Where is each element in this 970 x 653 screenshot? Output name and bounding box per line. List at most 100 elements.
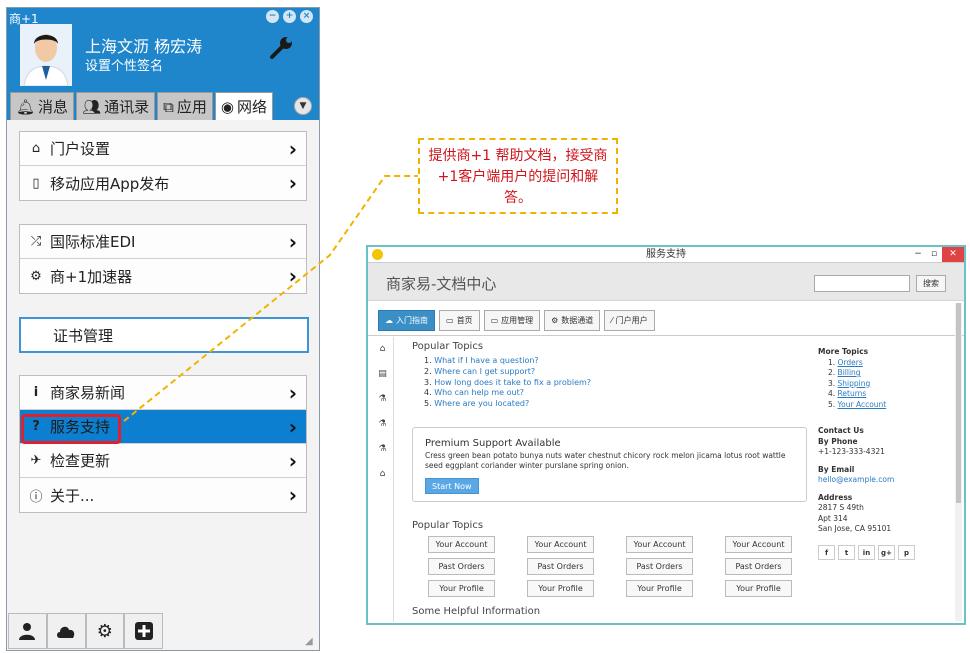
google-plus-icon[interactable]: g+ bbox=[878, 544, 895, 560]
bottom-toolbar: ⚙ bbox=[8, 613, 163, 649]
home-icon[interactable]: ⌂ bbox=[372, 462, 393, 487]
menu-item-news[interactable]: i 商家易新闻 › bbox=[20, 376, 306, 410]
close-icon[interactable]: ✕ bbox=[942, 247, 964, 262]
tab-label: 网络 bbox=[236, 98, 267, 116]
flask-icon[interactable]: ⚗ bbox=[372, 412, 393, 437]
list-item: 4. Returns bbox=[828, 389, 867, 398]
highlight-box bbox=[21, 414, 121, 444]
wrench-icon[interactable] bbox=[269, 34, 295, 60]
search-input[interactable] bbox=[814, 275, 910, 292]
address-line: San Jose, CA 95101 bbox=[818, 524, 892, 533]
menu-item-cert-management[interactable]: 证书管理 bbox=[19, 317, 309, 353]
tab-contacts[interactable]: 👥︎ 通讯录 bbox=[76, 92, 156, 120]
support-titlebar: 服务支持 − ▫ ✕ bbox=[368, 247, 964, 263]
tab-messages[interactable]: 🔔︎ 消息 bbox=[10, 92, 75, 120]
doc-center-header: 商家易-文档中心 搜索 bbox=[368, 263, 964, 301]
menu-item-check-update[interactable]: ✈ 检查更新 › bbox=[20, 444, 306, 478]
menu-item-about[interactable]: ⓘ 关于... › bbox=[20, 478, 306, 512]
app-logo-icon bbox=[372, 249, 383, 260]
grid-button[interactable]: Your Profile bbox=[725, 580, 792, 597]
list-item: 5. Where are you located? bbox=[424, 399, 530, 409]
grid-button[interactable]: Your Account bbox=[626, 536, 693, 553]
avatar[interactable] bbox=[20, 24, 72, 86]
nav-portal-users[interactable]: ⁄ 门户用户 bbox=[604, 310, 655, 331]
cloud-icon[interactable] bbox=[46, 613, 86, 649]
linkedin-icon[interactable]: in bbox=[858, 544, 875, 560]
grid-button[interactable]: Your Profile bbox=[527, 580, 594, 597]
facebook-icon[interactable]: f bbox=[818, 544, 835, 560]
topic-link[interactable]: What if I have a question? bbox=[434, 356, 538, 365]
search-button[interactable]: 搜索 bbox=[916, 275, 946, 292]
menu-item-label: 国际标准EDI bbox=[50, 233, 136, 251]
grid-button[interactable]: Past Orders bbox=[428, 558, 495, 575]
contact-title: Contact Us bbox=[818, 426, 864, 435]
maximize-icon[interactable]: ▫ bbox=[926, 247, 942, 262]
user-signature[interactable]: 设置个性签名 bbox=[85, 55, 163, 74]
book-icon[interactable]: ▤ bbox=[372, 362, 393, 387]
social-links: f t in g+ p bbox=[818, 544, 958, 560]
nav-app-management[interactable]: ▭ 应用管理 bbox=[483, 310, 541, 331]
nav-home[interactable]: ▭ 首页 bbox=[439, 310, 480, 331]
minimize-icon[interactable]: − bbox=[910, 247, 926, 262]
premium-support-box: Premium Support Available Cress green be… bbox=[412, 427, 807, 502]
scrollbar-thumb[interactable] bbox=[956, 303, 961, 503]
image-icon: ▭ bbox=[490, 316, 499, 325]
client-window: 商+1 − + × 上海文沥 杨宏涛 设置个性签名 🔔︎ 消息 👥︎ 通讯录 ⧉… bbox=[6, 7, 320, 651]
premium-text: Cress green bean potato bunya nuts water… bbox=[425, 451, 786, 470]
plus-icon[interactable] bbox=[124, 613, 163, 649]
menu-item-label: 移动应用App发布 bbox=[50, 174, 170, 193]
email-block: By Email hello@example.com bbox=[818, 465, 958, 486]
start-now-button[interactable]: Start Now bbox=[425, 478, 479, 494]
pinterest-icon[interactable]: p bbox=[898, 544, 915, 560]
home-icon[interactable]: ⌂ bbox=[372, 337, 393, 362]
menu-item-label: 商+1加速器 bbox=[50, 267, 133, 286]
menu-item-label: 检查更新 bbox=[50, 452, 111, 470]
grid-button[interactable]: Your Account bbox=[428, 536, 495, 553]
more-topic-link[interactable]: Orders bbox=[838, 358, 863, 367]
nav-label: 首页 bbox=[456, 316, 473, 325]
grid-button[interactable]: Past Orders bbox=[725, 558, 792, 575]
topic-link[interactable]: How long does it take to fix a problem? bbox=[434, 378, 591, 387]
grid-button[interactable]: Your Profile bbox=[626, 580, 693, 597]
menu-item-mobile-app[interactable]: ▯ 移动应用App发布 › bbox=[20, 166, 306, 200]
window-title: 服务支持 bbox=[646, 249, 686, 260]
flask-icon[interactable]: ⚗ bbox=[372, 387, 393, 412]
grid-button[interactable]: Your Account bbox=[527, 536, 594, 553]
grid-button[interactable]: Past Orders bbox=[527, 558, 594, 575]
chevron-right-icon: › bbox=[288, 415, 297, 439]
email-link[interactable]: hello@example.com bbox=[818, 475, 894, 484]
nav-getting-started[interactable]: ☁ 入门指南 bbox=[378, 310, 435, 331]
tab-network[interactable]: ◉ 网络 bbox=[214, 92, 273, 120]
chevron-down-icon[interactable]: ▼ bbox=[294, 97, 312, 115]
gear-icon[interactable]: ⚙ bbox=[85, 613, 125, 649]
grid-button[interactable]: Your Account bbox=[725, 536, 792, 553]
grid-button[interactable]: Past Orders bbox=[626, 558, 693, 575]
more-topic-link[interactable]: Your Account bbox=[838, 400, 887, 409]
topic-link[interactable]: Who can help me out? bbox=[434, 388, 524, 397]
menu-item-portal-settings[interactable]: ⌂ 门户设置 › bbox=[20, 132, 306, 166]
user-icon[interactable] bbox=[8, 613, 47, 649]
more-topics-list: 1. Orders 2. Billing 3. Shipping 4. Retu… bbox=[818, 358, 958, 411]
minimize-icon[interactable]: − bbox=[266, 10, 279, 23]
topic-link[interactable]: Where can I get support? bbox=[434, 367, 535, 376]
flask-icon[interactable]: ⚗ bbox=[372, 437, 393, 462]
more-topic-link[interactable]: Billing bbox=[838, 368, 861, 377]
menu-group-edi: ⤮ 国际标准EDI › ⚙ 商+1加速器 › bbox=[19, 224, 307, 294]
window-controls: − + × bbox=[266, 10, 313, 23]
twitter-icon[interactable]: t bbox=[838, 544, 855, 560]
more-topic-link[interactable]: Returns bbox=[838, 389, 867, 398]
menu-item-label: 关于... bbox=[50, 486, 95, 505]
maximize-icon[interactable]: + bbox=[283, 10, 296, 23]
menu-item-accelerator[interactable]: ⚙ 商+1加速器 › bbox=[20, 259, 306, 293]
grid-button[interactable]: Your Profile bbox=[428, 580, 495, 597]
menu-group-support: i 商家易新闻 › ? 服务支持 › ✈ 检查更新 › ⓘ 关于... › bbox=[19, 375, 307, 513]
close-icon[interactable]: × bbox=[300, 10, 313, 23]
topics-section: Popular Topics 1. What if I have a quest… bbox=[412, 341, 812, 410]
more-topic-link[interactable]: Shipping bbox=[838, 379, 871, 388]
menu-item-edi[interactable]: ⤮ 国际标准EDI › bbox=[20, 225, 306, 259]
nav-data-channel[interactable]: ⚙ 数据通道 bbox=[544, 310, 601, 331]
tab-apps[interactable]: ⧉ 应用 bbox=[157, 92, 213, 120]
topic-link[interactable]: Where are you located? bbox=[434, 399, 529, 408]
resize-grip-icon[interactable]: ◢ bbox=[305, 636, 317, 648]
scrollbar[interactable] bbox=[955, 303, 962, 621]
